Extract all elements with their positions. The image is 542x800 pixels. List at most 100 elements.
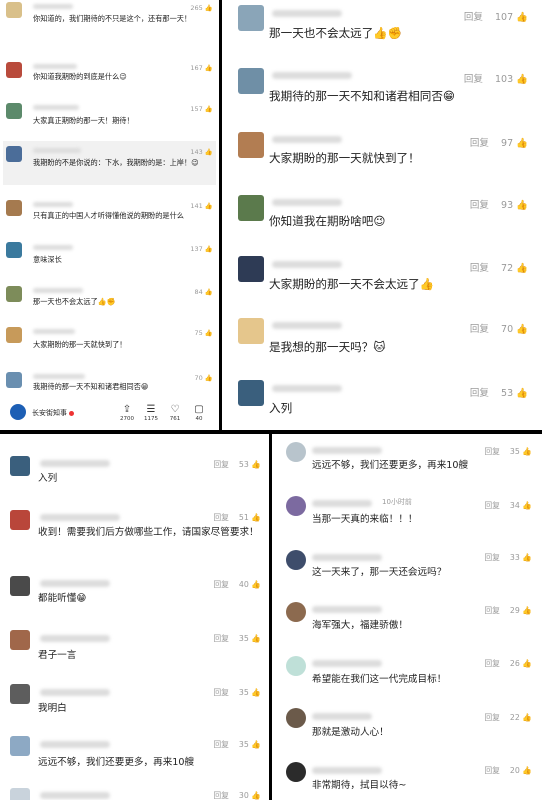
thumbs-up-icon[interactable]: 👍 [522, 659, 532, 668]
thumbs-up-icon[interactable]: 👍 [516, 263, 528, 274]
comment-likes: 51 [238, 513, 249, 522]
avatar [6, 103, 22, 119]
comment-text: 是我想的那一天吗？🐱 [269, 340, 386, 354]
reply-button[interactable]: 回复 [484, 606, 500, 615]
reply-button[interactable]: 回复 [470, 138, 489, 149]
reply-button[interactable]: 回复 [464, 12, 483, 23]
comment-likes: 72 [501, 263, 514, 274]
comment-likes: 40 [238, 580, 249, 589]
comment-text: 我明白 [38, 703, 67, 714]
reply-button[interactable]: 回复 [484, 713, 500, 722]
reply-button[interactable]: 回复 [484, 501, 500, 510]
thumbs-up-icon[interactable]: 👍 [205, 105, 213, 113]
thumbs-up-icon[interactable]: 👍 [205, 64, 213, 72]
thumbs-up-icon[interactable]: 👍 [251, 634, 261, 643]
avatar [10, 788, 30, 800]
comment-likes: 265 [190, 4, 203, 12]
account-avatar[interactable] [10, 404, 26, 420]
thumbs-up-icon[interactable]: 👍 [516, 138, 528, 149]
thumbs-up-icon[interactable]: 👍 [516, 200, 528, 211]
comment-text: 大家期盼的那一天就快到了！ [33, 340, 127, 349]
comment-text: 意味深长 [33, 255, 62, 264]
comment-likes: 137 [190, 245, 203, 253]
reply-button[interactable]: 回复 [484, 659, 500, 668]
comment-likes: 84 [194, 288, 203, 296]
thumbs-up-icon[interactable]: 👍 [522, 766, 532, 775]
reply-button[interactable]: 回复 [213, 688, 229, 697]
chat-icon: ▢ [194, 404, 204, 415]
comment-text: 大家期盼的那一天不会太远了👍 [269, 277, 435, 291]
avatar [6, 2, 22, 18]
avatar [286, 762, 306, 782]
reply-button[interactable]: 回复 [213, 460, 229, 469]
reply-button[interactable]: 回复 [470, 324, 489, 335]
avatar [10, 630, 30, 650]
comment-likes: 93 [501, 200, 514, 211]
avatar [10, 736, 30, 756]
avatar [6, 200, 22, 216]
thumbs-up-icon[interactable]: 👍 [251, 580, 261, 589]
avatar [286, 550, 306, 570]
comment-likes: 22 [509, 713, 520, 722]
reply-button[interactable]: 回复 [470, 200, 489, 211]
comment-likes: 103 [494, 74, 514, 85]
reply-button[interactable]: 回复 [213, 513, 229, 522]
heart-icon: ♡ [170, 404, 180, 415]
reply-button[interactable]: 回复 [470, 388, 489, 399]
post-footer-bar: 长安街知事 ⇪ 2700 ☰ 1175 ♡ 761 ▢ 40 [0, 398, 219, 430]
avatar [286, 602, 306, 622]
comment-button[interactable]: ☰ 1175 [139, 404, 163, 422]
thumbs-up-icon[interactable]: 👍 [522, 447, 532, 456]
avatar [6, 62, 22, 78]
thumbs-up-icon[interactable]: 👍 [522, 713, 532, 722]
thumbs-up-icon[interactable]: 👍 [205, 4, 213, 12]
thumbs-up-icon[interactable]: 👍 [516, 74, 528, 85]
thumbs-up-icon[interactable]: 👍 [251, 688, 261, 697]
reply-button[interactable]: 回复 [464, 74, 483, 85]
comment-text: 我期待的那一天不知和诸君相同否😁 [269, 89, 455, 103]
avatar [238, 380, 264, 406]
reply-button[interactable]: 回复 [484, 553, 500, 562]
comment-likes: 33 [509, 553, 520, 562]
avatar [10, 510, 30, 530]
thumbs-up-icon[interactable]: 👍 [205, 202, 213, 210]
reply-button[interactable]: 回复 [484, 447, 500, 456]
avatar [10, 456, 30, 476]
comment-text: 你知道我期盼的到底是什么😉 [33, 72, 127, 81]
thumbs-up-icon[interactable]: 👍 [251, 513, 261, 522]
thumbs-up-icon[interactable]: 👍 [251, 740, 261, 749]
thumbs-up-icon[interactable]: 👍 [251, 791, 261, 800]
avatar [10, 684, 30, 704]
comment-likes: 20 [509, 766, 520, 775]
comment-likes: 35 [238, 634, 249, 643]
comment-text: 希望能在我们这一代完成目标！ [312, 674, 447, 685]
reply-button[interactable]: 回复 [213, 791, 229, 800]
share-button[interactable]: ⇪ 2700 [115, 404, 139, 422]
thumbs-up-icon[interactable]: 👍 [205, 148, 213, 156]
thumbs-up-icon[interactable]: 👍 [522, 501, 532, 510]
reply-button[interactable]: 回复 [470, 263, 489, 274]
verified-badge-icon [69, 410, 74, 416]
account-name[interactable]: 长安街知事 [32, 409, 67, 417]
reply-button[interactable]: 回复 [213, 740, 229, 749]
thumbs-up-icon[interactable]: 👍 [251, 460, 261, 469]
thumbs-up-icon[interactable]: 👍 [522, 553, 532, 562]
reply-button[interactable]: 回复 [484, 766, 500, 775]
avatar [286, 708, 306, 728]
chat-button[interactable]: ▢ 40 [187, 404, 211, 422]
thumbs-up-icon[interactable]: 👍 [205, 288, 213, 296]
thumbs-up-icon[interactable]: 👍 [205, 374, 213, 382]
thumbs-up-icon[interactable]: 👍 [205, 245, 213, 253]
comments-panel-top-right: 回复 107 👍 那一天也不会太远了👍✊ 回复 103 👍 我期待的那一天不知和… [222, 0, 542, 430]
reply-button[interactable]: 回复 [213, 580, 229, 589]
thumbs-up-icon[interactable]: 👍 [522, 606, 532, 615]
thumbs-up-icon[interactable]: 👍 [516, 324, 528, 335]
reply-button[interactable]: 回复 [213, 634, 229, 643]
thumbs-up-icon[interactable]: 👍 [516, 12, 528, 23]
avatar [10, 576, 30, 596]
comment-icon: ☰ [146, 404, 156, 415]
avatar [6, 146, 22, 162]
thumbs-up-icon[interactable]: 👍 [516, 388, 528, 399]
like-button[interactable]: ♡ 761 [163, 404, 187, 422]
thumbs-up-icon[interactable]: 👍 [205, 329, 213, 337]
